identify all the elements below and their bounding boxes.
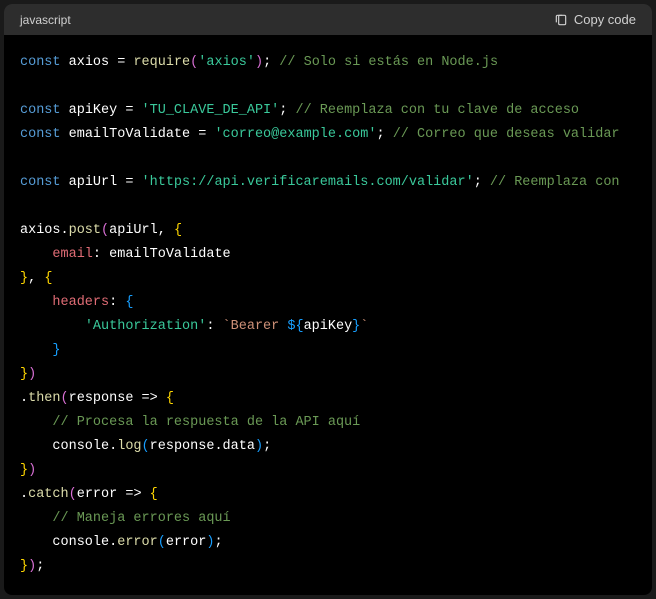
copy-code-label: Copy code [574, 12, 636, 27]
code-header: javascript Copy code [4, 4, 652, 35]
code-content[interactable]: const axios = require('axios'); // Solo … [4, 35, 652, 590]
code-block: javascript Copy code const axios = requi… [4, 4, 652, 595]
copy-code-button[interactable]: Copy code [554, 12, 636, 27]
language-label: javascript [20, 13, 71, 27]
clipboard-icon [554, 13, 568, 27]
